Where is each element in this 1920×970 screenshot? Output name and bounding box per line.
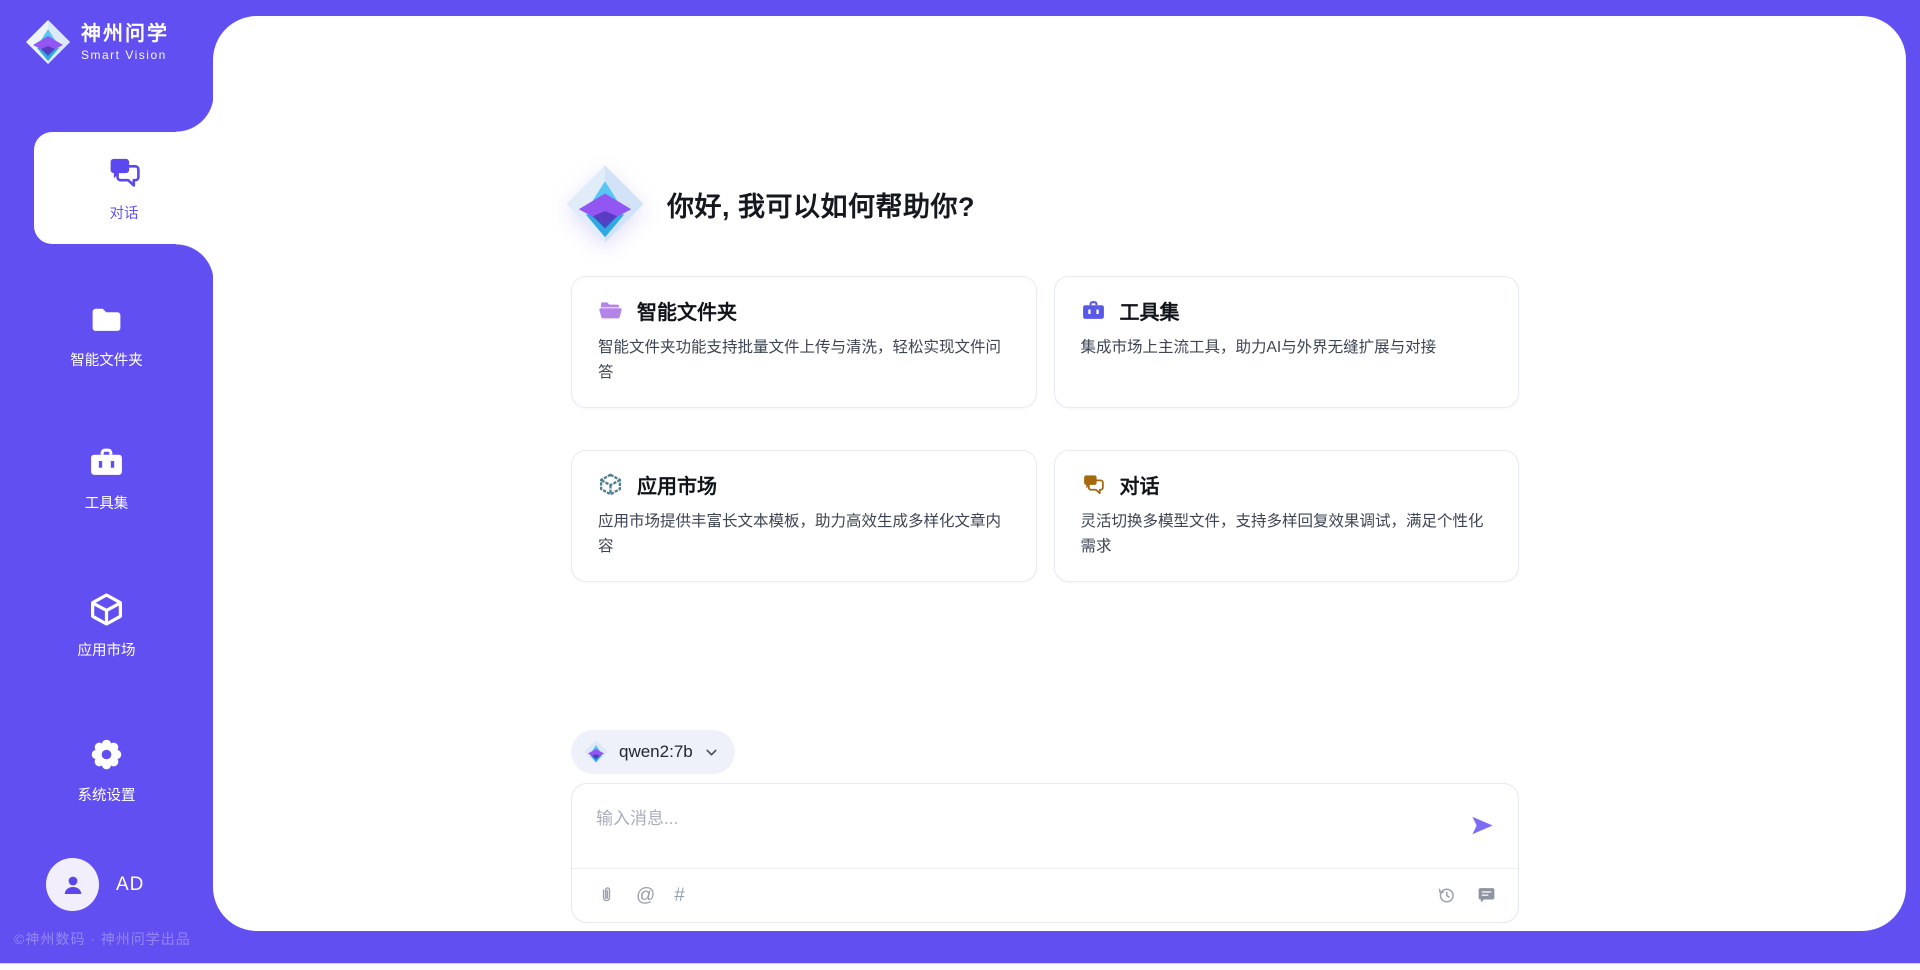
- chat-icon: [1081, 472, 1106, 497]
- person-icon: [58, 870, 88, 900]
- user-name: AD: [116, 874, 144, 896]
- hashtag-icon[interactable]: #: [674, 886, 685, 905]
- card-description: 应用市场提供丰富长文本模板，助力高效生成多样化文章内容: [598, 509, 1010, 559]
- folder-open-icon: [598, 298, 623, 323]
- brand-subtitle: Smart Vision: [81, 48, 169, 62]
- card-description: 集成市场上主流工具，助力AI与外界无缝扩展与对接: [1081, 335, 1493, 360]
- model-selector[interactable]: qwen2:7b: [571, 730, 735, 774]
- brand-gem-icon: [24, 18, 72, 66]
- card-smart-folder[interactable]: 智能文件夹 智能文件夹功能支持批量文件上传与清洗，轻松实现文件问答: [571, 276, 1037, 408]
- send-icon[interactable]: [1469, 812, 1496, 839]
- card-title: 对话: [1120, 470, 1160, 499]
- card-app-market[interactable]: 应用市场 应用市场提供丰富长文本模板，助力高效生成多样化文章内容: [571, 450, 1037, 582]
- cube-icon: [88, 591, 125, 628]
- grid-cube-icon: [598, 472, 623, 497]
- sidebar-item-label: 智能文件夹: [70, 349, 143, 370]
- app-window: 神州问学 Smart Vision 对话 智能文件夹 工具集: [0, 0, 1920, 970]
- card-toolset[interactable]: 工具集 集成市场上主流工具，助力AI与外界无缝扩展与对接: [1054, 276, 1520, 408]
- card-title: 应用市场: [637, 470, 717, 499]
- history-icon[interactable]: [1436, 885, 1457, 906]
- sidebar-item-settings[interactable]: 系统设置: [0, 714, 213, 826]
- card-title: 工具集: [1120, 296, 1180, 325]
- mention-icon[interactable]: @: [636, 886, 655, 905]
- chevron-down-icon: [703, 744, 720, 761]
- sidebar-item-label: 应用市场: [78, 639, 136, 660]
- sidebar-item-smart-folder[interactable]: 智能文件夹: [0, 279, 213, 391]
- composer-toolbar: @ #: [596, 869, 1497, 922]
- avatar: [46, 858, 99, 911]
- composer: qwen2:7b @ #: [571, 730, 1519, 923]
- sidebar-item-toolbox[interactable]: 工具集: [0, 422, 213, 534]
- toolbox-icon: [1081, 298, 1106, 323]
- message-input[interactable]: [572, 784, 1518, 864]
- gear-icon: [88, 736, 125, 773]
- model-gem-icon: [583, 739, 609, 765]
- card-description: 智能文件夹功能支持批量文件上传与清洗，轻松实现文件问答: [598, 335, 1010, 385]
- user-profile[interactable]: AD: [46, 858, 144, 911]
- window-bottom-strip: [0, 963, 1920, 970]
- sidebar-item-label: 系统设置: [78, 784, 136, 805]
- feature-cards: 智能文件夹 智能文件夹功能支持批量文件上传与清洗，轻松实现文件问答 工具集 集成…: [571, 276, 1519, 582]
- greeting-title: 你好, 我可以如何帮助你?: [667, 185, 975, 224]
- attachment-icon[interactable]: [596, 885, 617, 906]
- message-input-box: @ #: [571, 783, 1519, 923]
- sidebar-item-label: 对话: [110, 202, 139, 223]
- card-description: 灵活切换多模型文件，支持多样回复效果调试，满足个性化需求: [1081, 509, 1493, 559]
- card-chat[interactable]: 对话 灵活切换多模型文件，支持多样回复效果调试，满足个性化需求: [1054, 450, 1520, 582]
- greeting-block: 你好, 我可以如何帮助你?: [563, 162, 1519, 246]
- brand-logo: 神州问学 Smart Vision: [24, 18, 169, 66]
- chat-icon: [106, 154, 143, 191]
- sidebar-item-app-market[interactable]: 应用市场: [0, 569, 213, 681]
- comment-icon[interactable]: [1476, 885, 1497, 906]
- model-name: qwen2:7b: [619, 742, 693, 762]
- copyright-text: ©神州数码 · 神州问学出品: [14, 929, 191, 949]
- sidebar-item-chat[interactable]: 对话: [34, 132, 214, 244]
- assistant-gem-icon: [563, 162, 647, 246]
- sidebar: 神州问学 Smart Vision 对话 智能文件夹 工具集: [0, 0, 213, 970]
- main-panel: 你好, 我可以如何帮助你? 智能文件夹 智能文件夹功能支持批量文件上传与清洗，轻…: [213, 16, 1906, 931]
- sidebar-item-label: 工具集: [85, 492, 129, 513]
- brand-name: 神州问学: [81, 23, 169, 46]
- toolbox-icon: [88, 444, 125, 481]
- card-title: 智能文件夹: [637, 296, 737, 325]
- folder-icon: [88, 301, 125, 338]
